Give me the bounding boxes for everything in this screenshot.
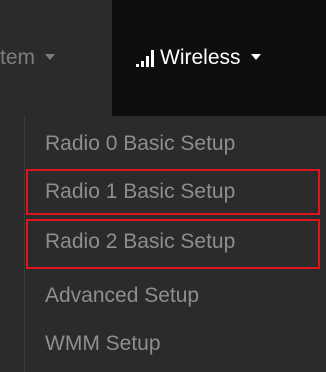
menu-item-radio-2-basic-setup[interactable]: Radio 2 Basic Setup [45,220,235,264]
nav-menu-system[interactable]: tem [0,0,110,116]
chevron-down-icon [250,54,261,60]
wireless-dropdown-menu: Radio 0 Basic Setup Radio 1 Basic Setup … [24,116,326,372]
top-navbar: tem Wireless [0,0,326,116]
nav-menu-wireless[interactable]: Wireless [112,0,326,116]
menu-item-advanced-setup[interactable]: Advanced Setup [45,274,199,318]
signal-bars-icon [136,49,154,67]
menu-item-radio-0-basic-setup[interactable]: Radio 0 Basic Setup [45,122,235,166]
menu-item-radio-1-basic-setup[interactable]: Radio 1 Basic Setup [45,170,235,214]
nav-menu-wireless-label: Wireless [160,46,241,69]
menu-item-wmm-setup[interactable]: WMM Setup [45,322,161,366]
nav-menu-system-label: tem [0,46,36,69]
chevron-down-icon [45,54,56,60]
